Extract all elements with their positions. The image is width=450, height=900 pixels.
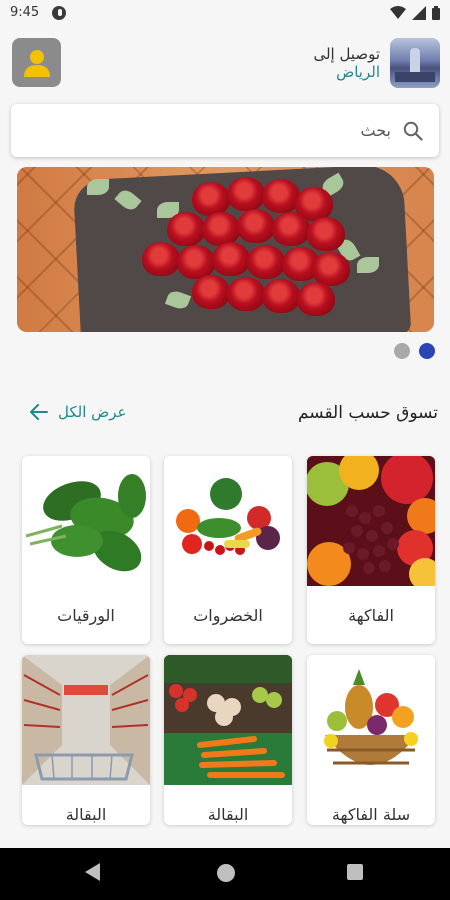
signal-icon: [412, 6, 426, 20]
system-nav-bar: [0, 848, 450, 900]
category-card-market[interactable]: البقالة: [164, 655, 292, 825]
category-label: سلة الفاكهة: [331, 805, 411, 824]
carousel-dot-active[interactable]: [419, 343, 435, 359]
battery-icon: [432, 6, 440, 20]
home-icon[interactable]: [217, 864, 235, 882]
supermarket-aisle-image: [22, 655, 150, 785]
status-bar: 9:45: [0, 0, 450, 28]
status-time: 9:45: [10, 5, 40, 20]
category-card-fruit-basket[interactable]: سلة الفاكهة: [307, 655, 435, 825]
view-all-label: عرض الكل: [58, 403, 127, 421]
search-icon[interactable]: [403, 121, 423, 141]
recent-apps-icon[interactable]: [347, 864, 363, 880]
delivery-city: الرياض: [336, 63, 380, 81]
carousel-dot[interactable]: [394, 343, 410, 359]
arrow-left-icon: [30, 404, 48, 420]
search-bar[interactable]: [11, 104, 439, 157]
status-icons: [390, 6, 440, 20]
delivery-location[interactable]: توصيل إلى الرياض: [313, 38, 440, 88]
view-all-button[interactable]: عرض الكل: [30, 403, 127, 421]
fruits-image: [307, 456, 435, 586]
category-label: الفاكهة: [348, 606, 394, 625]
user-icon: [23, 49, 50, 77]
category-card-leafy-greens[interactable]: الورقيات: [22, 456, 150, 644]
promo-banner[interactable]: [17, 167, 434, 332]
category-card-grocery[interactable]: البقالة: [22, 655, 150, 825]
search-input[interactable]: [51, 104, 391, 157]
category-card-vegetables[interactable]: الخضروات: [164, 456, 292, 644]
profile-button[interactable]: [12, 38, 61, 87]
fruit-basket-image: [307, 655, 435, 785]
city-image: [390, 38, 440, 88]
app-notification-icon: [52, 6, 66, 20]
category-label: البقالة: [207, 805, 249, 824]
category-label: الورقيات: [57, 606, 115, 625]
back-icon[interactable]: [85, 863, 100, 881]
category-label: البقالة: [65, 805, 107, 824]
category-label: الخضروات: [193, 606, 263, 625]
carousel-indicator: [394, 343, 435, 359]
section-title: تسوق حسب القسم: [297, 403, 438, 423]
category-card-fruits[interactable]: الفاكهة: [307, 456, 435, 644]
leafy-greens-image: [22, 456, 150, 586]
vegetable-market-image: [164, 655, 292, 785]
delivery-location-label: توصيل إلى: [313, 45, 380, 63]
wifi-icon: [390, 6, 406, 19]
vegetables-image: [164, 456, 292, 586]
